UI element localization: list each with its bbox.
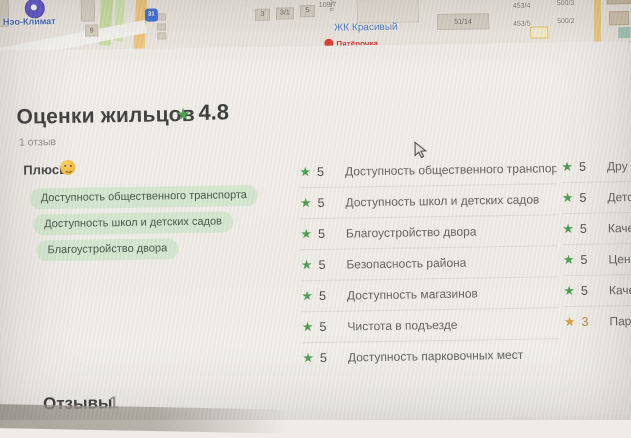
pros-tag: Доступность общественного транспорта bbox=[29, 184, 259, 210]
rating-label: Доступность школ и детских садов bbox=[345, 192, 540, 210]
rating-score: 5 bbox=[317, 226, 326, 241]
map-building: 3/1 bbox=[275, 7, 295, 20]
rating-score: 5 bbox=[316, 164, 325, 179]
rating-row: 5 Детс bbox=[561, 181, 631, 215]
star-icon bbox=[564, 314, 576, 329]
star-icon bbox=[561, 159, 573, 174]
map-building bbox=[156, 13, 167, 21]
star-icon bbox=[300, 227, 312, 242]
pros-tag: Доступность школ и детских садов bbox=[33, 211, 234, 236]
rating-score: 5 bbox=[318, 257, 326, 272]
rating-row: 5 Чистота в подъезде bbox=[301, 308, 560, 344]
rating-label: Доступность магазинов bbox=[346, 286, 478, 303]
street-name-label: льв. bbox=[327, 0, 335, 14]
map-park-square bbox=[618, 27, 631, 39]
rating-label: Доступность общественного транспорта bbox=[344, 160, 557, 179]
map-building bbox=[80, 0, 96, 22]
rating-label: Качест bbox=[608, 282, 631, 298]
building-number: 500/2 bbox=[557, 17, 575, 26]
map-building bbox=[356, 0, 420, 24]
star-icon bbox=[562, 190, 574, 205]
rating-score: 5 bbox=[580, 252, 588, 267]
smiley-icon bbox=[60, 159, 76, 175]
star-icon bbox=[302, 351, 314, 366]
star-icon bbox=[300, 196, 312, 211]
rating-score: 3 bbox=[581, 314, 589, 329]
star-icon bbox=[299, 165, 311, 180]
map-pin-label[interactable]: Нэо-Климат bbox=[3, 16, 56, 27]
screen-edge-shadow bbox=[0, 403, 290, 434]
rating-score: 5 bbox=[317, 195, 325, 210]
rating-score: 5 bbox=[319, 350, 328, 365]
building-number: 50 bbox=[245, 0, 253, 2]
rating-label: Дру bbox=[606, 159, 628, 174]
map-building: 5 bbox=[299, 4, 315, 18]
rating-score: 5 bbox=[318, 288, 327, 303]
building-number: 453/4 bbox=[512, 2, 531, 10]
map-building bbox=[157, 32, 167, 40]
rating-label: Доступность парковочных мест bbox=[347, 347, 524, 365]
pros-tag: Благоустройство двора bbox=[36, 238, 179, 262]
star-icon bbox=[301, 258, 313, 273]
map-building: 41 bbox=[606, 0, 631, 5]
rating-score: 5 bbox=[580, 283, 589, 298]
rating-score: 5 bbox=[319, 319, 327, 334]
building-number: 51/14 bbox=[454, 18, 472, 26]
residential-complex-label[interactable]: ЖК Красивый bbox=[334, 22, 398, 34]
mouse-cursor bbox=[414, 141, 428, 159]
rating-label: Безопасность района bbox=[346, 255, 467, 272]
map-building bbox=[157, 23, 167, 31]
ratings-column-left: 5 Доступность общественного транспорта 5 Д… bbox=[299, 153, 560, 373]
transit-stop-icon[interactable]: 31 bbox=[144, 8, 159, 22]
map-building bbox=[608, 11, 630, 26]
map-building: 9 bbox=[85, 24, 99, 37]
building-number: 453/5 bbox=[513, 20, 531, 28]
building-number: 3 bbox=[260, 10, 265, 18]
rating-score: 5 bbox=[578, 159, 587, 174]
rating-label: Благоустройство двора bbox=[345, 224, 477, 241]
rating-label: Каче bbox=[607, 220, 631, 236]
rating-row: 5 Каче bbox=[562, 212, 631, 246]
section-title: Оценки жильцов bbox=[16, 102, 196, 129]
rating-row: 5 Цены bbox=[562, 243, 631, 277]
star-icon: ★ bbox=[175, 104, 191, 126]
map-building: 3 bbox=[254, 8, 271, 21]
building-number: 9 bbox=[89, 27, 94, 35]
star-icon bbox=[302, 320, 314, 335]
rating-row: 5 Дру bbox=[561, 150, 631, 184]
building-number: 3/1 bbox=[279, 9, 290, 17]
star-icon bbox=[563, 252, 575, 267]
rating-row: 5 Доступность школ и детских садов bbox=[299, 184, 558, 220]
rating-score: 5 bbox=[579, 221, 588, 236]
ratings-section: Оценки жильцов ★ 4.8 1 отзыв Плюсы Досту… bbox=[0, 41, 631, 425]
rating-row: 5 Безопасность района bbox=[300, 246, 559, 282]
star-icon bbox=[301, 289, 313, 304]
rating-label: Чистота в подъезде bbox=[347, 317, 458, 334]
building-number: 5 bbox=[305, 7, 310, 15]
rating-score: 5 bbox=[579, 190, 587, 205]
star-icon bbox=[563, 283, 575, 298]
page: 9 50 3 3/1 5 109/7 льв. 51/14 453/4 453/… bbox=[0, 0, 631, 434]
rating-row: 5 Доступность магазинов bbox=[301, 277, 559, 313]
reviews-note: 1 отзыв bbox=[18, 136, 57, 149]
ratings-column-right: 5 Дру 5 Детс 5 Каче 5 Цены 5 Качест 3 Парки bbox=[561, 150, 631, 337]
map-building-highlighted bbox=[530, 26, 549, 39]
building-number: 500/3 bbox=[556, 0, 575, 8]
rating-row: 3 Парки bbox=[564, 305, 631, 337]
map-building: 51/14 bbox=[436, 13, 490, 31]
map-road bbox=[593, 0, 602, 42]
rating-label: Цены bbox=[608, 251, 631, 267]
rating-row: 5 Качест bbox=[563, 274, 631, 308]
rating-label: Детс bbox=[607, 190, 631, 205]
rating-row: 5 Благоустройство двора bbox=[300, 215, 558, 251]
star-icon bbox=[562, 221, 574, 236]
rating-label: Парки bbox=[609, 313, 631, 329]
rating-row: 5 Доступность парковочных мест bbox=[302, 339, 559, 373]
overall-score: 4.8 bbox=[198, 99, 230, 125]
